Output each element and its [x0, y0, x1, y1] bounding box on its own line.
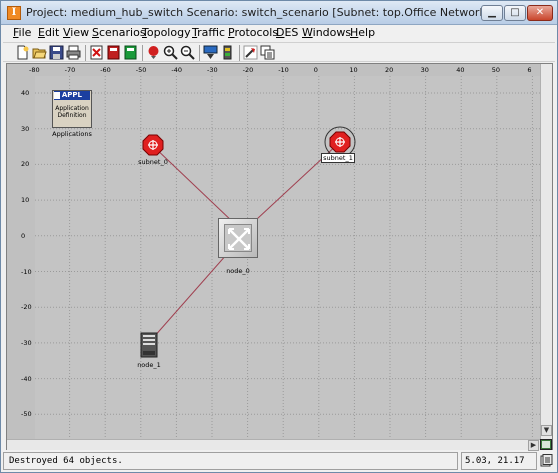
maximize-button[interactable]: □	[504, 5, 526, 21]
y-ruler-tick: 20	[21, 160, 30, 169]
menu-traffic[interactable]: Traffic	[192, 26, 225, 39]
print-icon[interactable]	[66, 45, 81, 60]
save-icon[interactable]	[49, 45, 64, 60]
menu-edit[interactable]: Edit	[38, 26, 59, 39]
y-ruler-tick: 0	[21, 231, 26, 240]
results-icon[interactable]	[203, 45, 218, 60]
zoom-out-icon[interactable]	[180, 45, 195, 60]
node-0-switch[interactable]	[218, 218, 258, 258]
subnet-0-icon[interactable]	[142, 134, 164, 156]
x-ruler-tick: -20	[242, 66, 254, 74]
project-workspace: APPL Application Definition Applications…	[6, 63, 553, 451]
applications-label: Applications	[52, 130, 92, 138]
open-icon[interactable]	[32, 45, 47, 60]
appl-title-line1: Application	[55, 105, 89, 112]
object-palette-icon[interactable]	[123, 45, 138, 60]
minimize-button[interactable]: ▁	[481, 5, 503, 21]
x-ruler-tick: -80	[29, 66, 40, 74]
x-ruler-tick: -70	[64, 66, 76, 74]
x-ruler-tick: -50	[135, 66, 147, 74]
horizontal-scrollbar[interactable]: ▶	[7, 439, 540, 451]
switch-icon	[228, 228, 250, 250]
appl-title-line2: Definition	[57, 112, 87, 119]
y-ruler-tick: 10	[21, 196, 30, 205]
status-message: Destroyed 64 objects.	[3, 452, 458, 470]
x-ruler-tick: 20	[385, 66, 394, 74]
y-ruler-tick: -50	[21, 410, 32, 419]
hierarchy-icon[interactable]	[243, 45, 258, 60]
menu-topology[interactable]: Topology	[142, 26, 191, 39]
node-1-label: node_1	[137, 361, 161, 369]
y-ruler-tick: -30	[21, 338, 32, 347]
close-button[interactable]: ✕	[527, 5, 553, 21]
x-ruler-tick: -40	[171, 66, 183, 74]
x-ruler-tick: 50	[491, 66, 501, 74]
y-ruler-tick: -40	[21, 374, 32, 383]
scroll-right-button[interactable]: ▶	[528, 440, 539, 451]
x-ruler-tick: 0	[313, 66, 318, 74]
toolbar-separator	[85, 45, 86, 61]
appl-doc-icon	[54, 92, 60, 99]
node-1-server-icon[interactable]	[140, 332, 158, 358]
x-ruler-tick: 6	[527, 66, 532, 74]
app-logo-icon: I	[7, 6, 21, 20]
edit-attributes-icon[interactable]	[260, 45, 275, 60]
y-ruler-tick: -20	[21, 303, 32, 312]
menu-protocols[interactable]: Protocols	[228, 26, 278, 39]
status-bar: Destroyed 64 objects. 5.03, 21.17	[3, 452, 555, 471]
toolbar-separator	[199, 45, 200, 61]
link-node1-node0[interactable]	[152, 253, 228, 339]
application-window: I Project: medium_hub_switch Scenario: s…	[0, 0, 558, 473]
y-ruler-tick: -10	[21, 267, 32, 276]
canvas-corner-icon[interactable]	[540, 439, 552, 450]
fail-link-icon[interactable]	[220, 45, 235, 60]
menu-bar: File Edit View Scenarios Topology Traffi…	[3, 25, 555, 41]
menu-help[interactable]: Help	[350, 26, 375, 39]
scroll-down-button[interactable]: ▼	[541, 425, 552, 436]
window-title: Project: medium_hub_switch Scenario: swi…	[26, 6, 491, 19]
x-ruler-tick: -60	[100, 66, 111, 74]
zoom-in-icon[interactable]	[163, 45, 178, 60]
subnet-1-label: subnet_1	[321, 153, 355, 163]
menu-windows[interactable]: Windows	[302, 26, 351, 39]
check-links-icon[interactable]	[106, 45, 121, 60]
link-subnet0-node0[interactable]	[151, 144, 236, 225]
cursor-coordinates: 5.03, 21.17	[461, 452, 537, 470]
menu-scenarios[interactable]: Scenarios	[92, 26, 146, 39]
message-log-icon[interactable]	[540, 454, 553, 467]
new-icon[interactable]	[15, 45, 30, 60]
delete-icon[interactable]	[89, 45, 104, 60]
x-ruler-tick: -10	[278, 66, 289, 74]
toolbar-separator	[142, 45, 143, 61]
title-bar[interactable]: I Project: medium_hub_switch Scenario: s…	[1, 1, 557, 25]
canvas-grid	[35, 76, 540, 439]
y-ruler-tick: 30	[21, 124, 30, 133]
x-ruler-tick: 10	[349, 66, 358, 74]
y-ruler-tick: 40	[21, 89, 30, 97]
menu-view[interactable]: View	[63, 26, 89, 39]
menu-file[interactable]: File	[13, 26, 31, 39]
configure-des-icon[interactable]	[146, 45, 161, 60]
subnet-0-label: subnet_0	[138, 158, 168, 166]
toolbar	[3, 42, 555, 62]
x-ruler-tick: 40	[456, 66, 465, 74]
toolbar-separator	[239, 45, 240, 61]
x-ruler-tick: 30	[420, 66, 429, 74]
applications-node[interactable]: APPL Application Definition	[52, 90, 92, 128]
vertical-scrollbar[interactable]: ▼	[540, 64, 552, 439]
menu-des[interactable]: DES	[276, 26, 298, 39]
network-canvas[interactable]: APPL Application Definition Applications…	[35, 76, 540, 439]
x-ruler-tick: -30	[207, 66, 218, 74]
node-0-label: node_0	[226, 267, 250, 275]
